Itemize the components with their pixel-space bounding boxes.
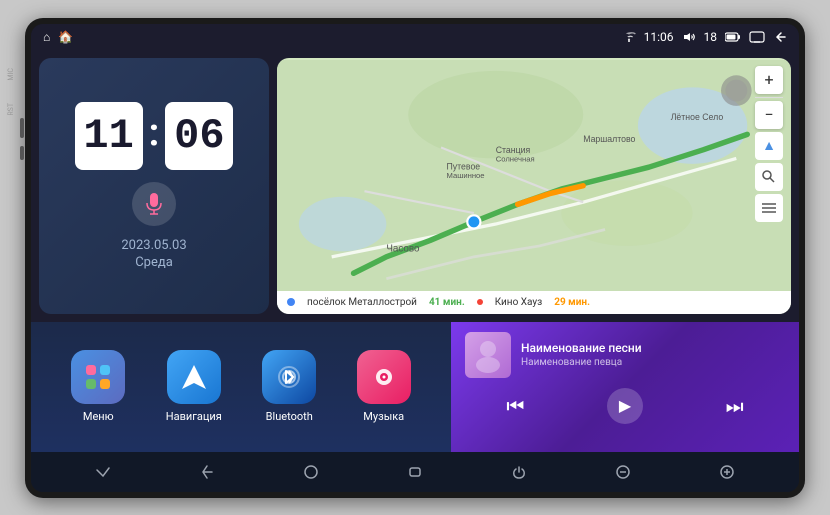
rst-label: RST [7,103,15,116]
album-art-img [465,332,511,378]
map-layers[interactable] [755,194,783,222]
menu-icon [71,350,125,404]
app-icon-bluetooth[interactable]: Bluetooth [262,350,316,423]
nav-icon [167,350,221,404]
day: Среда [121,255,186,270]
clock-hours: 11 [75,102,143,170]
bottom-section: Меню Навигация [31,322,799,452]
bluetooth-icon [262,350,316,404]
nav-power-icon[interactable] [503,456,535,488]
clock-display: 11 : 06 [75,102,234,170]
map-compass[interactable]: ▲ [755,132,783,160]
map-dot-end [477,299,483,305]
app-icon-music[interactable]: Музыка [357,350,411,423]
battery-level: 18 [704,30,718,44]
svg-text:Солнечная: Солнечная [496,155,535,164]
home-icon[interactable]: ⌂ [43,30,50,44]
play-button[interactable]: ▶ [607,388,643,424]
map-location-to: Кино Хауз [495,297,542,308]
music-player: Наименование песни Наименование певца ⏮ … [451,322,799,452]
screen-icon [749,31,765,43]
date-info: 2023.05.03 Среда [121,238,186,270]
nav-bar [31,452,799,492]
svg-text:Машинное: Машинное [447,171,485,180]
app-icon-navigation[interactable]: Навигация [166,350,222,423]
map-top-right: + − ▲ [755,66,783,222]
map-bottom-bar: посёлок Металлострой 41 мин. Кино Хауз 2… [277,291,791,314]
artist-name: Наименование певца [521,357,785,368]
map-svg: Часово Путевое Машинное Станция Солнечна… [277,58,791,314]
nav-back-icon[interactable] [191,456,223,488]
app-icons: Меню Навигация [31,322,451,452]
nav-home-icon[interactable] [295,456,327,488]
map-zoom-out[interactable]: − [755,101,783,129]
battery-icon [725,32,741,42]
music-info: Наименование песни Наименование певца [465,332,785,378]
music-icon [357,350,411,404]
album-art [465,332,511,378]
map-zoom-in[interactable]: + [755,66,783,94]
clock-separator: : [149,111,160,155]
status-bar: ⌂ 🏠 11:06 18 [31,24,799,50]
song-title: Наименование песни [521,341,785,355]
map-location-from: посёлок Металлострой [307,297,417,308]
back-icon[interactable] [773,31,787,43]
nav-recents-icon[interactable] [399,456,431,488]
device-frame: MIC RST ⌂ 🏠 11:06 [25,18,805,498]
svg-text:Маршалтово: Маршалтово [583,134,635,144]
status-right: 11:06 18 [622,30,787,44]
app-icon-menu[interactable]: Меню [71,350,125,423]
svg-text:Станция: Станция [496,145,531,155]
prev-button[interactable]: ⏮ [506,394,524,418]
map-time-to: 29 мин. [554,297,590,308]
map-dot-start [287,298,295,306]
music-label: Музыка [363,410,404,423]
music-controls: ⏮ ▶ ⏭ [465,384,785,428]
nav-minus-icon[interactable] [607,456,639,488]
music-text: Наименование песни Наименование певца [521,341,785,368]
status-left: ⌂ 🏠 [43,30,73,44]
nav-label: Навигация [166,410,222,423]
clock-minutes: 06 [165,102,233,170]
bluetooth-label: Bluetooth [266,410,313,423]
map-area: Часово Путевое Машинное Станция Солнечна… [277,58,791,314]
wifi-icon [622,31,636,43]
map-search[interactable] [755,163,783,191]
time-display: 11:06 [644,30,674,44]
svg-text:Часово: Часово [386,243,420,254]
mic-button[interactable] [132,182,176,226]
map-panel[interactable]: Часово Путевое Машинное Станция Солнечна… [277,58,791,314]
side-button-1[interactable] [20,118,24,138]
side-button-2[interactable] [20,146,24,160]
main-content: 11 : 06 2023.05.03 Сре [31,50,799,492]
svg-text:Лётное Село: Лётное Село [671,112,724,122]
house-filled-icon[interactable]: 🏠 [58,30,73,44]
screen: ⌂ 🏠 11:06 18 [31,24,799,492]
nav-check-icon[interactable] [87,456,119,488]
volume-icon [682,31,696,43]
menu-label: Меню [83,410,114,423]
clock-panel: 11 : 06 2023.05.03 Сре [39,58,269,314]
mic-label: MIC [7,68,15,81]
top-section: 11 : 06 2023.05.03 Сре [31,50,799,322]
date: 2023.05.03 [121,238,186,253]
next-button[interactable]: ⏭ [726,394,744,418]
nav-plus-icon[interactable] [711,456,743,488]
svg-text:Путевое: Путевое [447,161,481,171]
map-time-from: 41 мин. [429,297,465,308]
